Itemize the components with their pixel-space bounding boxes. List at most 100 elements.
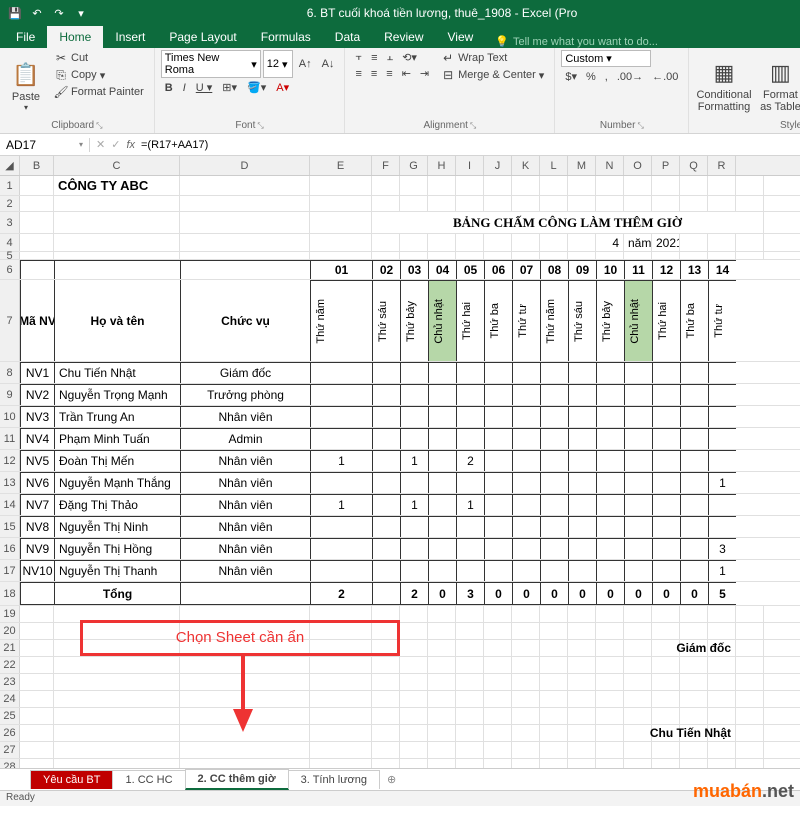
cell[interactable] xyxy=(652,516,680,537)
fill-color-button[interactable]: 🪣▾ xyxy=(243,80,270,95)
cell[interactable] xyxy=(568,494,596,515)
cell[interactable] xyxy=(708,516,736,537)
cell[interactable] xyxy=(708,176,736,195)
cell[interactable]: Nhân viên xyxy=(180,538,310,559)
cell[interactable] xyxy=(540,516,568,537)
cell[interactable] xyxy=(708,362,736,383)
cell[interactable]: Nguyễn Thị Thanh xyxy=(54,560,180,581)
cell[interactable]: Chu Tiến Nhật xyxy=(708,725,736,741)
tab-page-layout[interactable]: Page Layout xyxy=(157,26,248,48)
cell[interactable] xyxy=(540,674,568,690)
cell[interactable] xyxy=(540,176,568,195)
row-header[interactable]: 24 xyxy=(0,691,20,707)
cell[interactable] xyxy=(540,252,568,259)
cell[interactable] xyxy=(372,708,400,724)
select-all-corner[interactable]: ◢ xyxy=(0,156,20,175)
th-role[interactable] xyxy=(180,260,310,279)
cell[interactable] xyxy=(596,384,624,405)
cell[interactable] xyxy=(568,196,596,211)
cell[interactable] xyxy=(372,234,400,251)
cell[interactable] xyxy=(568,606,596,622)
cell[interactable] xyxy=(540,623,568,639)
cell[interactable]: Thứ tư xyxy=(708,280,736,361)
cell[interactable] xyxy=(310,428,372,449)
col-header[interactable]: K xyxy=(512,156,540,175)
cell[interactable] xyxy=(20,212,54,233)
cell[interactable] xyxy=(372,406,400,427)
cell[interactable] xyxy=(372,582,400,605)
border-button[interactable]: ⊞▾ xyxy=(218,80,241,95)
cell[interactable]: Chủ nhật xyxy=(428,280,456,361)
cell[interactable] xyxy=(484,196,512,211)
cell[interactable]: 10 xyxy=(596,260,624,279)
cell[interactable] xyxy=(428,428,456,449)
cell[interactable]: Đoàn Thị Mến xyxy=(54,450,180,471)
cell[interactable] xyxy=(596,708,624,724)
cell[interactable] xyxy=(428,708,456,724)
cell[interactable] xyxy=(652,472,680,493)
cell[interactable]: Thứ sáu xyxy=(568,280,596,361)
cell[interactable] xyxy=(512,606,540,622)
cell[interactable] xyxy=(456,406,484,427)
align-top-icon[interactable]: ⫟ xyxy=(351,50,366,65)
new-sheet-icon[interactable]: ⊕ xyxy=(379,773,404,786)
cell[interactable] xyxy=(680,362,708,383)
cell[interactable] xyxy=(400,623,428,639)
cell[interactable] xyxy=(568,691,596,707)
cell[interactable] xyxy=(20,657,54,673)
cell[interactable] xyxy=(20,176,54,195)
cell[interactable]: 0 xyxy=(484,582,512,605)
cell[interactable]: 3 xyxy=(708,538,736,559)
cell[interactable] xyxy=(428,196,456,211)
cell[interactable] xyxy=(54,234,180,251)
cell[interactable]: 0 xyxy=(512,582,540,605)
cell[interactable]: 1 xyxy=(310,494,372,515)
cell[interactable] xyxy=(708,606,736,622)
cell[interactable] xyxy=(736,742,764,758)
cell[interactable] xyxy=(568,674,596,690)
cell[interactable] xyxy=(310,674,372,690)
conditional-formatting-button[interactable]: ▦Conditional Formatting xyxy=(695,50,752,120)
row-header[interactable]: 12 xyxy=(0,450,20,471)
cell[interactable]: 09 xyxy=(568,260,596,279)
cell[interactable] xyxy=(624,472,652,493)
sheet-tab-tinhluong[interactable]: 3. Tính lương xyxy=(288,770,380,789)
cell[interactable]: Nguyễn Thị Ninh xyxy=(54,516,180,537)
cell[interactable] xyxy=(624,623,652,639)
cell[interactable] xyxy=(568,252,596,259)
cell[interactable]: Giám đốc xyxy=(708,640,736,656)
inc-decimal-icon[interactable]: .00→ xyxy=(613,69,647,84)
cell[interactable]: NV1 xyxy=(20,362,54,383)
cell[interactable] xyxy=(20,742,54,758)
cell[interactable] xyxy=(736,674,764,690)
cell[interactable]: Nhân viên xyxy=(180,494,310,515)
cell[interactable] xyxy=(512,516,540,537)
align-center-icon[interactable]: ≡ xyxy=(367,66,381,81)
cell[interactable] xyxy=(680,450,708,471)
cell[interactable] xyxy=(400,406,428,427)
cell[interactable] xyxy=(400,560,428,581)
cell[interactable]: 07 xyxy=(512,260,540,279)
cell[interactable] xyxy=(20,234,54,251)
cell[interactable]: 0 xyxy=(652,582,680,605)
cell[interactable] xyxy=(20,582,54,605)
cell[interactable] xyxy=(372,362,400,383)
cell[interactable] xyxy=(680,538,708,559)
tab-file[interactable]: File xyxy=(4,26,47,48)
row-header[interactable]: 20 xyxy=(0,623,20,639)
cell[interactable] xyxy=(512,362,540,383)
cell[interactable] xyxy=(400,234,428,251)
increase-font-icon[interactable]: A↑ xyxy=(295,50,316,78)
row-header[interactable]: 9 xyxy=(0,384,20,405)
company-name[interactable]: CÔNG TY ABC xyxy=(54,176,180,195)
cell[interactable] xyxy=(310,252,372,259)
cell[interactable] xyxy=(540,406,568,427)
cell[interactable] xyxy=(180,176,310,195)
cell[interactable]: 14 xyxy=(708,260,736,279)
cell[interactable]: NV10 xyxy=(20,560,54,581)
cell[interactable] xyxy=(372,176,400,195)
cell[interactable] xyxy=(652,196,680,211)
cell[interactable] xyxy=(372,516,400,537)
cell[interactable]: Tổng xyxy=(54,582,180,605)
cell[interactable] xyxy=(624,691,652,707)
